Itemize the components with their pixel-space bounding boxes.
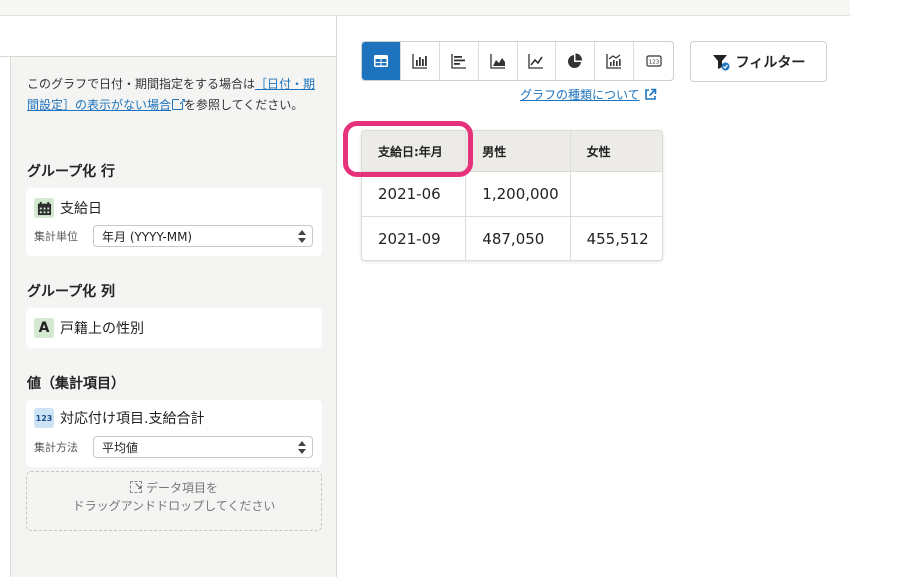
chart-types-help-link[interactable]: グラフの種類について bbox=[520, 86, 657, 103]
values-field-name: 対応付け項目.支給合計 bbox=[60, 411, 205, 427]
select-arrows-icon bbox=[298, 441, 306, 454]
area-chart-icon[interactable] bbox=[479, 42, 518, 80]
select-arrows-icon bbox=[298, 230, 306, 243]
settings-panel: このグラフで日付・期間指定をする場合は［日付・期間設定］の表示がない場合を参照し… bbox=[0, 16, 337, 577]
field-dropzone[interactable]: データ項目を ドラッグアンドドロップしてください bbox=[26, 471, 322, 531]
pivot-table: 支給日:年月 男性 女性 2021-06 1,200,000 2021-09 4… bbox=[361, 130, 663, 261]
top-strip bbox=[0, 0, 906, 16]
number-type-icon: 123 bbox=[34, 408, 54, 428]
group-col-title: グループ化 列 bbox=[27, 284, 116, 300]
group-row-field-name: 支給日 bbox=[60, 201, 102, 217]
group-row-title: グループ化 行 bbox=[27, 164, 116, 180]
table-row: 2021-06 1,200,000 bbox=[362, 172, 662, 216]
drag-drop-icon bbox=[129, 481, 142, 493]
group-col-field-name: 戸籍上の性別 bbox=[60, 321, 144, 337]
group-row-card[interactable]: 支給日 集計単位 年月 (YYYY-MM) bbox=[26, 188, 322, 256]
external-link-icon bbox=[644, 88, 656, 100]
aggregation-unit-select[interactable]: 年月 (YYYY-MM) bbox=[93, 225, 313, 247]
table-header-row: 支給日:年月 男性 女性 bbox=[362, 131, 662, 172]
table-icon[interactable] bbox=[362, 42, 401, 80]
filter-icon bbox=[712, 54, 730, 70]
values-card[interactable]: 123 対応付け項目.支給合計 集計方法 平均値 bbox=[26, 400, 322, 467]
aggregation-method-label: 集計方法 bbox=[34, 441, 78, 454]
panel-header bbox=[0, 16, 336, 57]
aggregation-unit-label: 集計単位 bbox=[34, 230, 78, 243]
group-col-card[interactable]: A 戸籍上の性別 bbox=[26, 308, 322, 348]
number-icon[interactable]: 123 bbox=[634, 42, 673, 80]
horizontal-bar-icon[interactable] bbox=[440, 42, 479, 80]
svg-text:123: 123 bbox=[648, 59, 659, 65]
column-header[interactable]: 男性 bbox=[466, 131, 571, 172]
line-chart-icon[interactable] bbox=[518, 42, 557, 80]
combo-chart-icon[interactable] bbox=[595, 42, 635, 80]
chart-type-toolbar: 123 bbox=[361, 41, 674, 81]
panel-body: このグラフで日付・期間指定をする場合は［日付・期間設定］の表示がない場合を参照し… bbox=[10, 57, 336, 577]
table-cell: 2021-06 bbox=[362, 172, 467, 216]
external-link-icon bbox=[172, 93, 186, 114]
bar-chart-icon[interactable] bbox=[401, 42, 440, 80]
text-type-icon: A bbox=[34, 318, 54, 338]
table-cell: 1,200,000 bbox=[466, 172, 571, 216]
calendar-icon bbox=[34, 198, 54, 218]
table-row: 2021-09 487,050 455,512 bbox=[362, 216, 662, 260]
table-cell bbox=[571, 172, 662, 216]
table-cell: 487,050 bbox=[466, 216, 571, 260]
table-cell: 2021-09 bbox=[362, 216, 467, 260]
filter-button[interactable]: フィルター bbox=[690, 41, 827, 82]
pie-chart-icon[interactable] bbox=[556, 42, 596, 80]
column-header[interactable]: 支給日:年月 bbox=[362, 131, 467, 172]
aggregation-method-select[interactable]: 平均値 bbox=[93, 436, 313, 458]
date-setting-note: このグラフで日付・期間指定をする場合は［日付・期間設定］の表示がない場合を参照し… bbox=[27, 74, 323, 116]
column-header[interactable]: 女性 bbox=[570, 131, 662, 172]
values-title: 値（集計項目） bbox=[27, 376, 125, 392]
table-cell: 455,512 bbox=[570, 216, 662, 260]
